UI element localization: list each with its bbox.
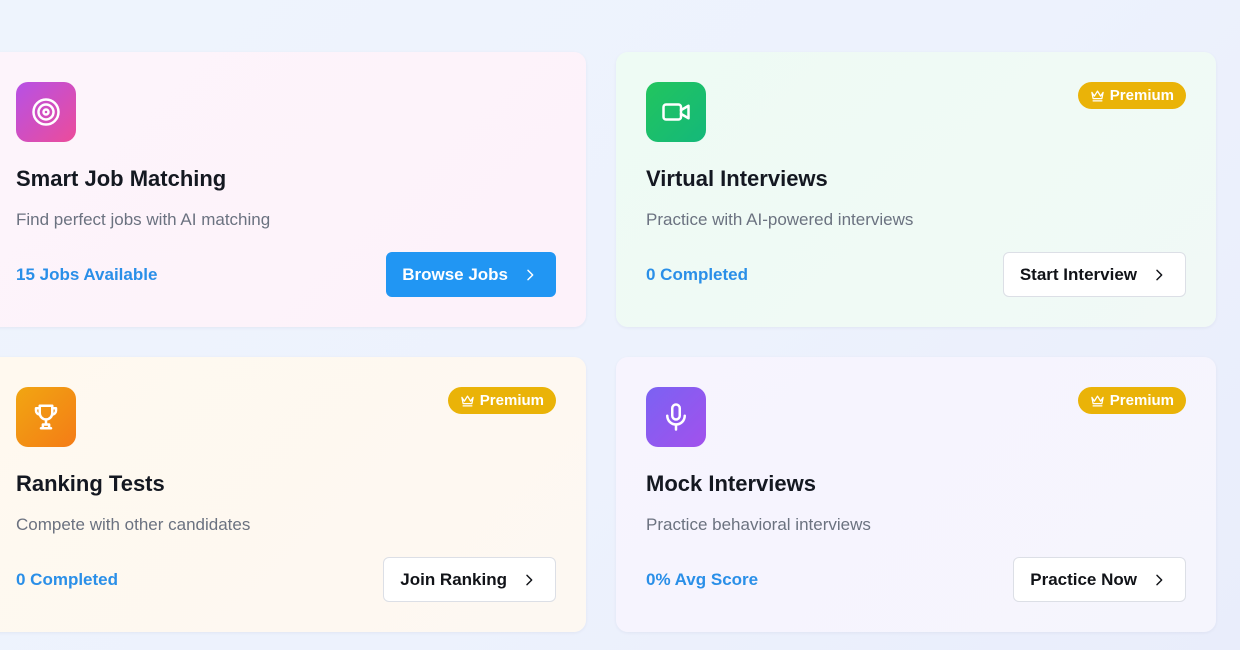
premium-badge-label: Premium (1109, 392, 1174, 409)
feature-card-smart-job-matching: Smart Job Matching Find perfect jobs wit… (0, 52, 586, 327)
card-description: Practice with AI-powered interviews (646, 210, 914, 229)
jobs-available-stat: 15 Jobs Available (16, 265, 158, 284)
crown-icon (460, 394, 475, 407)
practice-now-button[interactable]: Practice Now (1013, 557, 1186, 602)
card-title: Mock Interviews (646, 471, 816, 496)
crown-icon (1090, 394, 1105, 407)
card-description: Find perfect jobs with AI matching (16, 210, 271, 229)
premium-badge: Premium (447, 387, 556, 414)
practice-now-button-label: Practice Now (1030, 569, 1137, 589)
card-description: Practice behavioral interviews (646, 515, 871, 534)
ranking-completed-stat: 0 Completed (16, 570, 119, 589)
premium-badge-label: Premium (479, 392, 544, 409)
premium-badge-label: Premium (1109, 87, 1174, 104)
card-title: Virtual Interviews (646, 166, 828, 191)
feature-card-ranking-tests: Premium Ranking Tests Compete with other… (0, 357, 586, 632)
card-title: Ranking Tests (16, 471, 165, 496)
feature-card-mock-interviews: Premium Mock Interviews Practice behavio… (616, 357, 1216, 632)
target-icon (16, 82, 76, 142)
video-icon (646, 82, 706, 142)
browse-jobs-button[interactable]: Browse Jobs (386, 252, 556, 297)
start-interview-button[interactable]: Start Interview (1002, 252, 1186, 297)
premium-badge: Premium (1077, 387, 1186, 414)
browse-jobs-button-label: Browse Jobs (402, 264, 508, 284)
premium-badge: Premium (1077, 82, 1186, 109)
crown-icon (1090, 89, 1105, 102)
card-description: Compete with other candidates (16, 515, 251, 534)
chevron-right-icon (522, 267, 538, 283)
start-interview-button-label: Start Interview (1019, 264, 1137, 284)
join-ranking-button[interactable]: Join Ranking (383, 557, 556, 602)
join-ranking-button-label: Join Ranking (400, 569, 507, 589)
card-title: Smart Job Matching (16, 166, 227, 191)
chevron-right-icon (1151, 267, 1167, 283)
trophy-icon (16, 387, 76, 447)
feature-card-virtual-interviews: Premium Virtual Interviews Practice with… (616, 52, 1216, 327)
chevron-right-icon (1151, 572, 1167, 588)
interviews-completed-stat: 0 Completed (646, 265, 749, 284)
avg-score-stat: 0% Avg Score (646, 570, 759, 589)
microphone-icon (646, 387, 706, 447)
chevron-right-icon (521, 572, 537, 588)
